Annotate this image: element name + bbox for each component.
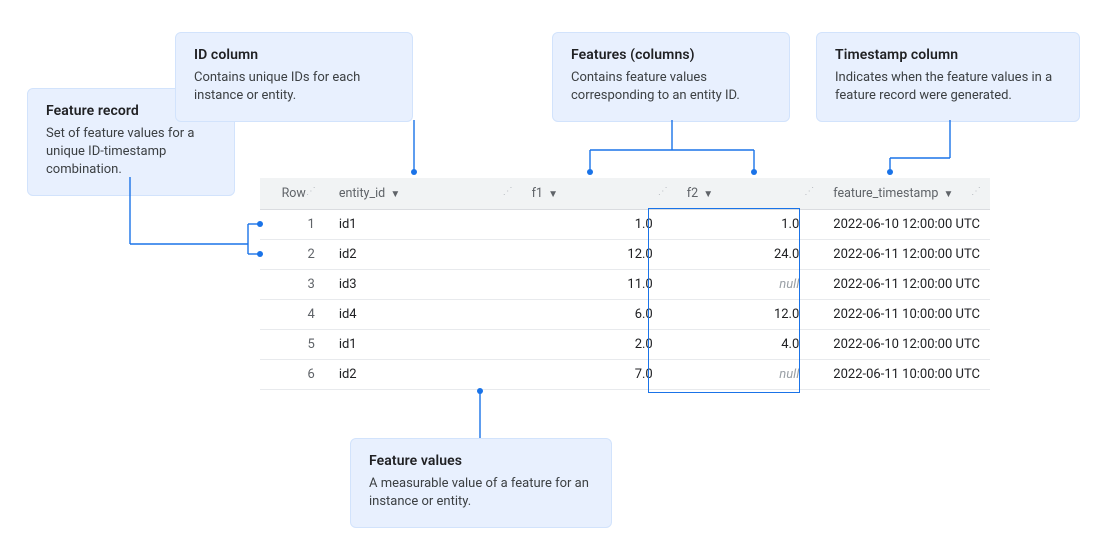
cell-f2: 12.0: [677, 300, 824, 330]
cell-timestamp: 2022-06-11 10:00:00 UTC: [823, 300, 990, 330]
callout-feature-values: Feature values A measurable value of a f…: [350, 438, 612, 528]
col-header-entity-id[interactable]: entity_id ▼ ⋰: [329, 178, 522, 210]
dropdown-icon[interactable]: ▼: [703, 189, 713, 200]
cell-row: 3: [260, 270, 329, 300]
callout-body: Set of feature values for a unique ID-ti…: [46, 125, 216, 179]
dropdown-icon[interactable]: ▼: [390, 189, 400, 200]
table-row: 6id27.0null2022-06-11 10:00:00 UTC: [260, 360, 990, 390]
cell-f2: 24.0: [677, 240, 824, 270]
callout-body: Contains unique IDs for each instance or…: [194, 69, 394, 105]
resize-grip-icon[interactable]: ⋰: [971, 186, 980, 197]
table-row: 2id212.024.02022-06-11 12:00:00 UTC: [260, 240, 990, 270]
cell-row: 1: [260, 210, 329, 240]
cell-f2: null: [677, 360, 824, 390]
cell-entity-id: id2: [329, 360, 522, 390]
col-header-label: feature_timestamp: [833, 186, 938, 201]
callout-title: Feature values: [369, 453, 593, 469]
cell-f2: null: [677, 270, 824, 300]
col-header-f2[interactable]: f2 ▼ ⋰: [677, 178, 824, 210]
dropdown-icon[interactable]: ▼: [943, 189, 953, 200]
dropdown-icon[interactable]: ▼: [548, 189, 558, 200]
table-row: 1id11.01.02022-06-10 12:00:00 UTC: [260, 210, 990, 240]
callout-title: Features (columns): [571, 47, 771, 63]
cell-f1: 12.0: [522, 240, 677, 270]
resize-grip-icon[interactable]: ⋰: [503, 186, 512, 197]
cell-timestamp: 2022-06-11 12:00:00 UTC: [823, 270, 990, 300]
table-row: 4id46.012.02022-06-11 10:00:00 UTC: [260, 300, 990, 330]
cell-entity-id: id4: [329, 300, 522, 330]
cell-f1: 11.0: [522, 270, 677, 300]
cell-row: 4: [260, 300, 329, 330]
cell-f1: 2.0: [522, 330, 677, 360]
table-header-row: Row ⋰ entity_id ▼ ⋰ f1 ▼ ⋰ f2 ▼ ⋰: [260, 178, 990, 210]
cell-f2: 1.0: [677, 210, 824, 240]
resize-grip-icon[interactable]: ⋰: [658, 186, 667, 197]
cell-f1: 7.0: [522, 360, 677, 390]
cell-row: 6: [260, 360, 329, 390]
col-header-f1[interactable]: f1 ▼ ⋰: [522, 178, 677, 210]
callout-body: Indicates when the feature values in a f…: [835, 69, 1061, 105]
col-header-label: f1: [532, 186, 543, 201]
col-header-label: entity_id: [339, 186, 385, 201]
cell-f1: 1.0: [522, 210, 677, 240]
resize-grip-icon[interactable]: ⋰: [804, 186, 813, 197]
col-header-row[interactable]: Row ⋰: [260, 178, 329, 210]
callout-id-column: ID column Contains unique IDs for each i…: [175, 32, 413, 122]
cell-timestamp: 2022-06-10 12:00:00 UTC: [823, 330, 990, 360]
callout-features-columns: Features (columns) Contains feature valu…: [552, 32, 790, 122]
cell-row: 5: [260, 330, 329, 360]
cell-entity-id: id2: [329, 240, 522, 270]
col-header-feature-timestamp[interactable]: feature_timestamp ▼ ⋰: [823, 178, 990, 210]
cell-f2: 4.0: [677, 330, 824, 360]
cell-row: 2: [260, 240, 329, 270]
cell-timestamp: 2022-06-11 10:00:00 UTC: [823, 360, 990, 390]
callout-body: Contains feature values corresponding to…: [571, 69, 771, 105]
cell-entity-id: id1: [329, 330, 522, 360]
cell-entity-id: id1: [329, 210, 522, 240]
cell-f1: 6.0: [522, 300, 677, 330]
callout-timestamp-column: Timestamp column Indicates when the feat…: [816, 32, 1080, 122]
resize-grip-icon[interactable]: ⋰: [306, 186, 315, 197]
table-row: 3id311.0null2022-06-11 12:00:00 UTC: [260, 270, 990, 300]
callout-body: A measurable value of a feature for an i…: [369, 475, 593, 511]
col-header-label: Row: [282, 186, 306, 201]
callout-title: Timestamp column: [835, 47, 1061, 63]
callout-title: ID column: [194, 47, 394, 63]
cell-entity-id: id3: [329, 270, 522, 300]
cell-timestamp: 2022-06-11 12:00:00 UTC: [823, 240, 990, 270]
table-row: 5id12.04.02022-06-10 12:00:00 UTC: [260, 330, 990, 360]
data-table: Row ⋰ entity_id ▼ ⋰ f1 ▼ ⋰ f2 ▼ ⋰: [260, 178, 990, 390]
col-header-label: f2: [687, 186, 698, 201]
cell-timestamp: 2022-06-10 12:00:00 UTC: [823, 210, 990, 240]
